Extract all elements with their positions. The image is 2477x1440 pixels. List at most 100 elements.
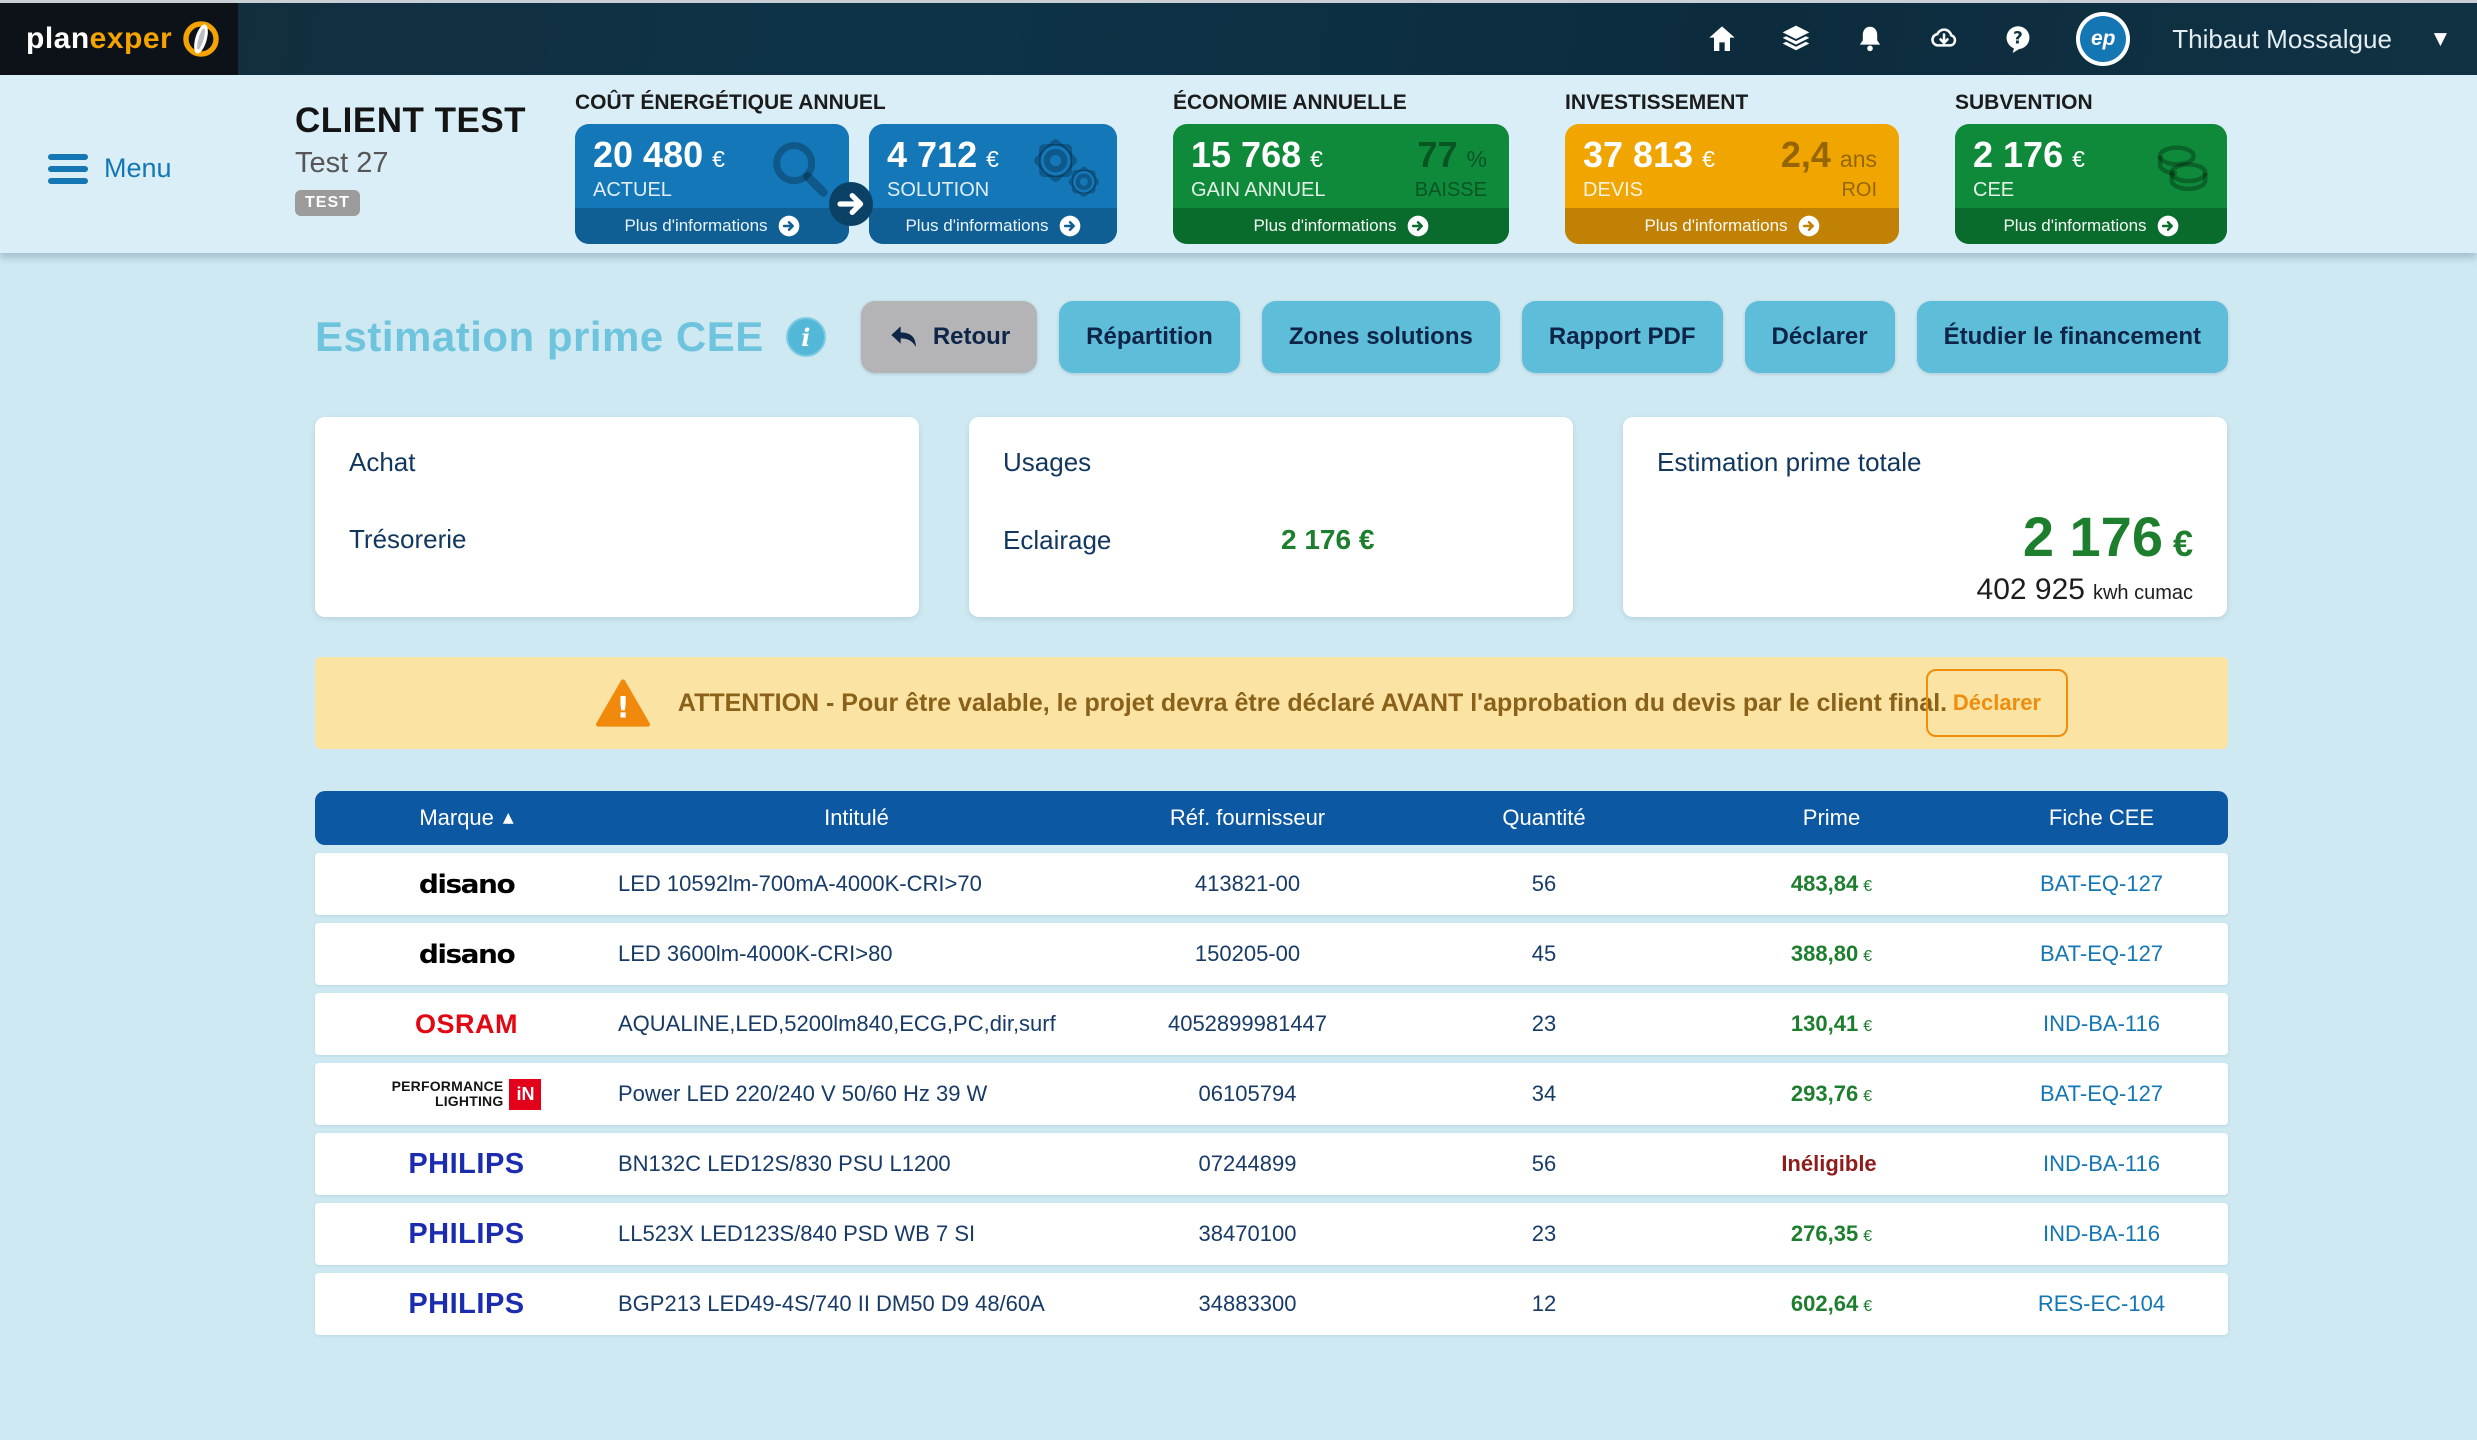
rapport-pdf-button[interactable]: Rapport PDF (1522, 301, 1723, 373)
repartition-button[interactable]: Répartition (1059, 301, 1240, 373)
cell-intitule: LL523X LED123S/840 PSD WB 7 SI (618, 1221, 1095, 1247)
etudier-financement-button[interactable]: Étudier le financement (1917, 301, 2228, 373)
cell-prime: 293,76€ (1688, 1081, 1975, 1107)
more-info-label: Plus d'informations (2003, 216, 2146, 236)
layers-icon[interactable] (1780, 23, 1812, 55)
more-info-link[interactable]: Plus d'informations (575, 208, 849, 244)
notifications-bell-icon[interactable] (1854, 23, 1886, 55)
usages-card: Usages Eclairage 2 176 € (969, 417, 1573, 617)
kpi-group-economie: ÉCONOMIE ANNUELLE 15 768€ GAIN ANNUEL 77… (1173, 91, 1509, 244)
kpi-card-economie: 15 768€ GAIN ANNUEL 77% BAISSE Plus d'in… (1173, 124, 1509, 244)
kpi-currency: € (1310, 146, 1323, 173)
prime-totale-value: 2 176€ (1657, 504, 2193, 569)
kpi-value: 37 813 (1583, 134, 1693, 176)
fiche-cee-link[interactable]: RES-EC-104 (2038, 1291, 2165, 1316)
kwh-cumac-line: 402 925kwh cumac (1657, 573, 2193, 607)
cell-quantite: 56 (1400, 871, 1688, 897)
warning-triangle-icon: ! (596, 678, 650, 728)
banner-declarer-button[interactable]: Déclarer (1926, 669, 2068, 737)
home-icon[interactable] (1706, 23, 1738, 55)
kpi-group-label: ÉCONOMIE ANNUELLE (1173, 91, 1509, 115)
more-info-link[interactable]: Plus d'informations (869, 208, 1117, 244)
logo-wordmark: planexper (26, 22, 172, 56)
user-avatar[interactable] (2076, 12, 2130, 66)
usage-row[interactable]: Eclairage 2 176 € (1003, 524, 1539, 556)
achat-label[interactable]: Achat (349, 447, 885, 478)
cloud-download-icon[interactable] (1928, 23, 1960, 55)
fiche-cee-link[interactable]: IND-BA-116 (2043, 1151, 2160, 1176)
menu-toggle[interactable]: Menu (48, 153, 172, 184)
fiche-cee-link[interactable]: BAT-EQ-127 (2040, 871, 2163, 896)
declarer-button[interactable]: Déclarer (1745, 301, 1895, 373)
menu-label: Menu (104, 153, 172, 184)
kpi-currency: € (712, 146, 725, 173)
kpi-card-subvention: 2 176€ CEE Plus (1955, 124, 2227, 244)
fiche-cee-link[interactable]: BAT-EQ-127 (2040, 941, 2163, 966)
kpi-alt-label: ROI (1781, 179, 1877, 202)
table-row: disano LED 3600lm-4000K-CRI>80 150205-00… (315, 923, 2228, 985)
tresorerie-label[interactable]: Trésorerie (349, 524, 885, 555)
client-block: CLIENT TEST Test 27 TEST (295, 101, 526, 216)
brand-logo-disano: disano (419, 869, 514, 899)
avatar-ep-logo (2080, 16, 2126, 62)
retour-label: Retour (933, 323, 1010, 351)
kpi-card-investissement: 37 813€ DEVIS 2,4ans ROI Plus d'informat… (1565, 124, 1899, 244)
action-buttons: Retour Répartition Zones solutions Rappo… (861, 301, 2228, 373)
table-row: disano LED 10592lm-700mA-4000K-CRI>70 41… (315, 853, 2228, 915)
arrow-circle-icon (2157, 215, 2179, 237)
table-row: PHILIPS BGP213 LED49-4S/740 II DM50 D9 4… (315, 1273, 2228, 1335)
kpi-sublabel: SOLUTION (887, 179, 999, 202)
brand-logo-philips: PHILIPS (408, 1148, 524, 1181)
kpi-alt-label: BAISSE (1415, 179, 1487, 202)
zones-solutions-button[interactable]: Zones solutions (1262, 301, 1500, 373)
info-icon[interactable] (786, 317, 826, 357)
more-info-link[interactable]: Plus d'informations (1173, 208, 1509, 244)
retour-button[interactable]: Retour (861, 301, 1037, 373)
kpi-card-solution: 4 712€ SOLUTION (869, 124, 1117, 244)
kpi-sublabel: GAIN ANNUEL (1191, 179, 1325, 202)
more-info-link[interactable]: Plus d'informations (1955, 208, 2227, 244)
header-intitule[interactable]: Intitulé (618, 805, 1095, 831)
help-icon[interactable]: ? (2002, 23, 2034, 55)
more-info-link[interactable]: Plus d'informations (1565, 208, 1899, 244)
header-ref-fournisseur[interactable]: Réf. fournisseur (1095, 805, 1400, 831)
kpi-alt-value: 77 (1418, 134, 1458, 176)
fiche-cee-link[interactable]: BAT-EQ-127 (2040, 1081, 2163, 1106)
arrow-circle-icon (778, 215, 800, 237)
cell-prime: 483,84€ (1688, 871, 1975, 897)
fiche-cee-link[interactable]: IND-BA-116 (2043, 1221, 2160, 1246)
table-row: PHILIPS LL523X LED123S/840 PSD WB 7 SI 3… (315, 1203, 2228, 1265)
header-quantite[interactable]: Quantité (1400, 805, 1688, 831)
table-row: PHILIPS BN132C LED12S/830 PSU L1200 0724… (315, 1133, 2228, 1195)
client-name: CLIENT TEST (295, 101, 526, 141)
coins-icon (2149, 134, 2215, 196)
cell-ref: 413821-00 (1095, 871, 1400, 897)
kpi-currency: € (1702, 146, 1715, 173)
user-name[interactable]: Thibaut Mossalgue (2172, 24, 2392, 55)
kpi-area: COÛT ÉNERGÉTIQUE ANNUEL 20 480€ ACTUEL (575, 91, 2227, 244)
brand-logo-disano: disano (419, 939, 514, 969)
more-info-label: Plus d'informations (1253, 216, 1396, 236)
prime-totale-card: Estimation prime totale 2 176€ 402 925kw… (1623, 417, 2227, 617)
arrow-circle-icon (1407, 215, 1429, 237)
brand-logo-philips: PHILIPS (408, 1288, 524, 1321)
sort-asc-icon (503, 810, 514, 826)
app-logo[interactable]: planexper (0, 3, 238, 75)
cell-intitule: BN132C LED12S/830 PSU L1200 (618, 1151, 1095, 1177)
cell-quantite: 12 (1400, 1291, 1688, 1317)
header-prime[interactable]: Prime (1688, 805, 1975, 831)
fiche-cee-link[interactable]: IND-BA-116 (2043, 1011, 2160, 1036)
header-fiche-cee[interactable]: Fiche CEE (1975, 805, 2228, 831)
top-navbar: planexper ? Thibaut Mossalgu (0, 0, 2477, 75)
kpi-currency: € (2072, 146, 2085, 173)
warning-text: ATTENTION - Pour être valable, le projet… (678, 689, 1947, 718)
usage-value: 2 176 € (1281, 524, 1374, 556)
page-title: Estimation prime CEE (315, 313, 764, 361)
usages-title: Usages (1003, 447, 1539, 478)
header-marque[interactable]: Marque (315, 805, 618, 831)
gears-icon (1025, 134, 1105, 206)
user-menu-caret-icon[interactable] (2434, 29, 2447, 49)
achat-tresorerie-card: Achat Trésorerie (315, 417, 919, 617)
brand-logo-osram: OSRAM (415, 1009, 518, 1040)
cell-ref: 07244899 (1095, 1151, 1400, 1177)
